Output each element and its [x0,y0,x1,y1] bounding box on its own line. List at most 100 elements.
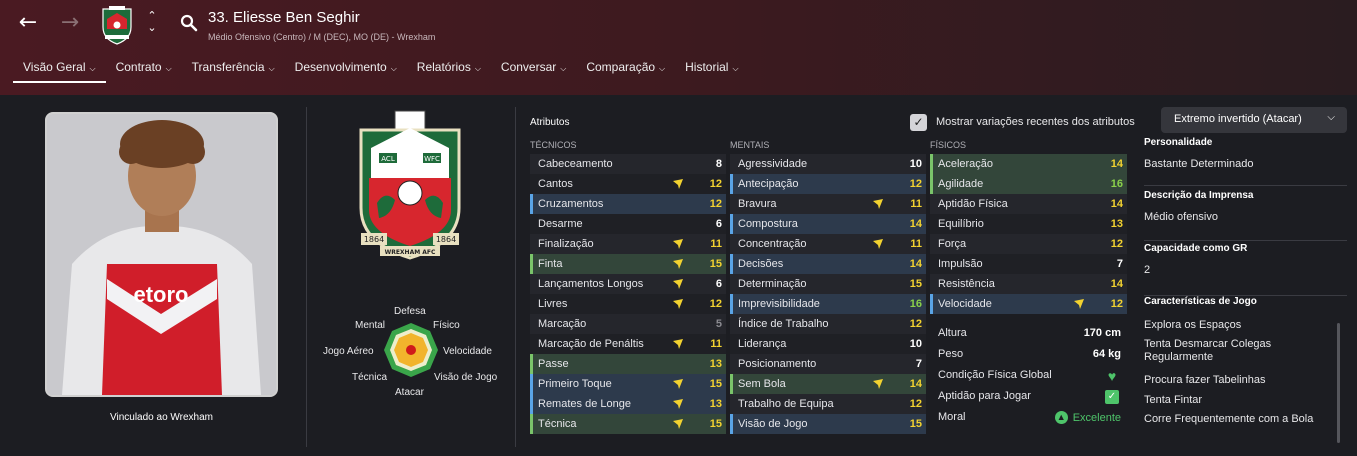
attribute-row[interactable]: Índice de Trabalho 12 [730,314,926,334]
tab-historial[interactable]: Historial ⌵ [675,57,748,83]
trait-item: Tenta Desmarcar Colegas Regularmente [1144,338,1272,363]
attribute-row[interactable]: Sem Bola 14 [730,374,926,394]
club-crest-icon[interactable] [101,5,133,45]
attribute-name: Finta [538,258,563,270]
attribute-name: Marcação de Penáltis [538,338,644,350]
attribute-row[interactable]: Determinação 15 [730,274,926,294]
attribute-row[interactable]: Posicionamento 7 [730,354,926,374]
moral-status: ▲ Excelente [1054,411,1121,424]
attribute-row[interactable]: Lançamentos Longos 6 [530,274,726,294]
tecnicos-list: Cabeceamento 8 Cantos 12 Cruzamentos 12 Desarm… [530,154,726,434]
attribute-row[interactable]: Agressividade 10 [730,154,926,174]
attribute-row[interactable]: Cabeceamento 8 [530,154,726,174]
attribute-row[interactable]: Técnica 15 [530,414,726,434]
attribute-row[interactable]: Finta 15 [530,254,726,274]
tab-desenvolvimento[interactable]: Desenvolvimento ⌵ [285,57,407,83]
forward-arrow-icon[interactable]: → [58,11,82,35]
attribute-row[interactable]: Equilíbrio 13 [930,214,1127,234]
search-icon[interactable] [180,14,198,32]
attribute-row[interactable]: Liderança 10 [730,334,926,354]
tecnicos-header: TÉCNICOS [530,140,577,150]
trait-item: Procura fazer Tabelinhas [1144,374,1266,386]
attribute-row[interactable]: Remates de Longe 13 [530,394,726,414]
attribute-name: Equilíbrio [938,218,984,230]
attribute-row[interactable]: Cantos 12 [530,174,726,194]
tab-comparacao[interactable]: Comparação ⌵ [576,57,675,83]
personality-heading: Personalidade [1144,137,1213,148]
moral-value: Excelente [1072,411,1121,424]
attribute-name: Índice de Trabalho [738,318,829,330]
attribute-row[interactable]: Compostura 14 [730,214,926,234]
attribute-row[interactable]: Marcação de Penáltis 11 [530,334,726,354]
tab-visao-geral[interactable]: Visão Geral ⌵ [13,57,106,83]
tab-transferencia[interactable]: Transferência ⌵ [182,57,285,83]
attribute-row[interactable]: Marcação 5 [530,314,726,334]
attribute-name: Cantos [538,178,573,190]
attribute-row[interactable]: Imprevisibilidade 16 [730,294,926,314]
attribute-name: Primeiro Toque [538,378,612,390]
attribute-row[interactable]: Livres 12 [530,294,726,314]
attribute-row[interactable]: Passe 13 [530,354,726,374]
attribute-row[interactable]: Trabalho de Equipa 12 [730,394,926,414]
tab-label: Relatórios [416,60,471,74]
back-arrow-icon[interactable]: ← [16,11,40,35]
attribute-row[interactable]: Concentração 11 [730,234,926,254]
attribute-row[interactable]: Força 12 [930,234,1127,254]
role-dropdown[interactable]: Extremo invertido (Atacar) ⌵ [1161,107,1347,133]
attribute-value: 11 [710,338,722,350]
attribute-row[interactable]: Finalização 11 [530,234,726,254]
up-down-icon[interactable]: ⌃ ⌄ [144,10,160,38]
checkbox-icon[interactable]: ✓ [910,113,927,131]
attribute-name: Liderança [738,338,787,350]
attribute-row[interactable]: Primeiro Toque 15 [530,374,726,394]
attribute-row[interactable]: Impulsão 7 [930,254,1127,274]
attribute-value: 15 [909,278,922,290]
attribute-name: Antecipação [738,178,799,190]
crest-year: 1864 [436,235,456,244]
side-panel: Personalidade Bastante Determinado Descr… [1144,137,1344,428]
header: ← → ⌃ ⌄ 33. Eliesse Ben Seghir Médio Ofen… [0,0,1357,95]
attribute-row[interactable]: Visão de Jogo 15 [730,414,926,434]
attribute-name: Força [938,238,967,250]
show-changes-toggle[interactable]: ✓ Mostrar variações recentes dos atribut… [910,113,1135,131]
attribute-name: Remates de Longe [538,398,631,410]
arrow-trend-icon [673,299,683,309]
mentais-list: Agressividade 10 Antecipação 12 Bravura 11 Com… [730,154,926,434]
crest-text: WFC [424,155,440,163]
attribute-value: 5 [715,318,722,330]
tab-label: Conversar [500,60,557,74]
tab-conversar[interactable]: Conversar ⌵ [491,57,576,83]
attribute-row[interactable]: Decisões 14 [730,254,926,274]
attribute-row[interactable]: Velocidade 12 [930,294,1127,314]
attribute-row[interactable]: Aceleração 14 [930,154,1127,174]
divider [1144,295,1347,296]
attribute-name: Compostura [738,218,798,230]
attribute-value: 12 [1110,238,1123,250]
height-label: Altura [938,327,967,339]
attribute-name: Aceleração [938,158,994,170]
tab-relatorios[interactable]: Relatórios ⌵ [407,57,491,83]
attribute-name: Visão de Jogo [738,418,808,430]
attribute-name: Técnica [538,418,577,430]
attribute-value: 12 [709,198,722,210]
fisicos-list: Aceleração 14 Agilidade 16 Aptidão Física 14 E… [930,154,1127,314]
fisicos-header: FÍSICOS [930,140,967,150]
attribute-row[interactable]: Aptidão Física 14 [930,194,1127,214]
mentais-header: MENTAIS [730,140,770,150]
attribute-row[interactable]: Resistência 14 [930,274,1127,294]
attribute-row[interactable]: Antecipação 12 [730,174,926,194]
attribute-row[interactable]: Agilidade 16 [930,174,1127,194]
player-photo-image: etoro [47,114,276,395]
match-fitness-row: Aptidão para Jogar ✓ [930,387,1127,408]
arrow-trend-icon [1074,299,1084,309]
attribute-row[interactable]: Bravura 11 [730,194,926,214]
attribute-name: Determinação [738,278,807,290]
attribute-row[interactable]: Desarme 6 [530,214,726,234]
divider [1144,185,1347,186]
attribute-name: Lançamentos Longos [538,278,644,290]
attribute-row[interactable]: Cruzamentos 12 [530,194,726,214]
gk-value: 2 [1144,264,1151,276]
attribute-name: Cruzamentos [538,198,604,210]
traits-scrollbar[interactable] [1337,323,1340,443]
tab-contrato[interactable]: Contrato ⌵ [106,57,182,83]
